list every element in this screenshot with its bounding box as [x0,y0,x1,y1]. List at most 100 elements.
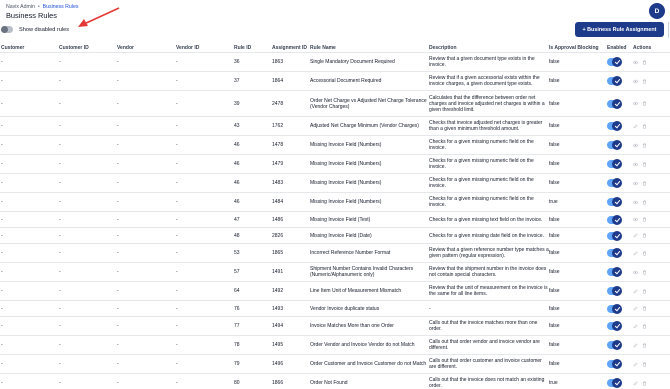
row-approval-blocking: false [549,305,560,312]
column-header-enabled[interactable]: Enabled [607,45,626,51]
trash-icon[interactable] [642,200,647,205]
trash-icon[interactable] [642,381,647,386]
column-header-approval-blocking[interactable]: Is Approval Blocking [549,45,599,51]
enabled-toggle[interactable] [607,321,622,331]
enabled-toggle[interactable] [607,178,622,188]
pencil-icon[interactable] [633,288,638,294]
row-vendor: - [117,199,119,205]
row-rule-id: 77 [234,323,240,329]
trash-icon[interactable] [642,362,647,367]
eye-icon[interactable] [633,200,638,205]
trash-icon[interactable] [642,217,647,222]
trash-icon[interactable] [642,343,647,348]
row-customer: - [1,199,3,205]
eye-icon[interactable] [633,60,638,65]
eye-icon[interactable] [633,143,638,148]
breadcrumb-root[interactable]: Navix Admin [6,4,35,10]
check-icon [614,141,621,148]
check-icon [614,287,621,294]
add-business-rule-assignment-button[interactable]: + Business Rule Assignment [575,22,664,37]
trash-icon[interactable] [642,233,647,238]
enabled-toggle[interactable] [607,98,622,109]
row-vendor-id: - [176,216,178,223]
enabled-toggle[interactable] [607,214,622,225]
row-description: Review that the unit of measurement on t… [429,285,548,297]
pencil-icon[interactable] [633,306,638,311]
check-icon [614,216,621,222]
eye-icon[interactable] [633,270,638,275]
trash-icon[interactable] [642,324,647,329]
column-header-description[interactable]: Description [429,45,457,51]
column-header-vendor[interactable]: Vendor [117,45,134,51]
eye-icon[interactable] [633,181,638,186]
enabled-toggle[interactable] [607,267,622,277]
enabled-toggle[interactable] [607,140,622,150]
enabled-toggle[interactable] [607,159,622,169]
row-vendor: - [117,123,119,129]
column-header-customer[interactable]: Customer [1,45,24,51]
column-header-assignment-id[interactable]: Assignment ID [272,45,307,51]
trash-icon[interactable] [642,289,647,294]
row-description: Checks for a given missing numeric field… [429,139,534,151]
trash-icon[interactable] [642,306,647,311]
enabled-toggle[interactable] [607,340,622,350]
row-customer: - [1,180,3,186]
row-vendor: - [117,78,119,84]
trash-icon[interactable] [642,251,647,256]
row-customer: - [1,100,3,107]
show-disabled-switch[interactable] [1,26,13,33]
pencil-icon[interactable] [633,342,638,348]
show-disabled-toggle-row: Show disabled rules [1,26,69,33]
pencil-icon[interactable] [633,323,638,329]
trash-icon[interactable] [642,143,647,148]
pencil-icon[interactable] [633,380,638,386]
trash-icon[interactable] [642,181,647,186]
row-rule-name: Shipment Number Contains Invalid Charact… [310,266,414,278]
row-vendor-id: - [176,380,178,386]
eye-icon[interactable] [633,217,638,222]
row-customer: - [1,269,3,275]
table-row: - - - - 46 1483 Missing Invoice Field (Numbers… [0,174,670,193]
column-header-vendor-id[interactable]: Vendor ID [176,45,199,51]
eye-icon[interactable] [633,162,638,167]
eye-icon[interactable] [633,79,638,84]
column-header-rule-name[interactable]: Rule Name [310,45,336,51]
enabled-toggle[interactable] [607,230,622,241]
eye-icon[interactable] [633,101,638,106]
row-rule-id: 37 [234,78,240,84]
user-avatar[interactable]: D [649,3,665,19]
enabled-toggle[interactable] [607,286,622,296]
enabled-toggle[interactable] [607,248,622,258]
table-row: - - - - 80 1866 Order Not Found Calls out that … [0,374,670,389]
column-header-rule-id[interactable]: Rule ID [234,45,251,51]
enabled-toggle[interactable] [607,76,622,86]
column-header-customer-id[interactable]: Customer ID [59,45,89,51]
trash-icon[interactable] [642,162,647,167]
pencil-icon[interactable] [633,233,638,238]
row-vendor: - [117,380,119,386]
enabled-toggle[interactable] [607,303,622,314]
enabled-toggle[interactable] [607,378,622,388]
enabled-toggle[interactable] [607,359,622,369]
row-approval-blocking: false [549,78,560,84]
enabled-toggle[interactable] [607,57,622,67]
enabled-toggle[interactable] [607,197,622,207]
row-rule-name: Missing Invoice Field (Numbers) [310,199,382,205]
row-rule-name: Missing Invoice Field (Numbers) [310,180,382,186]
row-actions [633,72,667,90]
trash-icon[interactable] [642,124,647,129]
pencil-icon[interactable] [633,123,638,129]
row-vendor: - [117,288,119,294]
row-approval-blocking: false [549,288,560,294]
trash-icon[interactable] [642,101,647,106]
trash-icon[interactable] [642,270,647,275]
row-rule-name: Line Item Unit of Measurement Mismatch [310,288,402,294]
pencil-icon[interactable] [633,361,638,367]
trash-icon[interactable] [642,79,647,84]
pencil-icon[interactable] [633,250,638,256]
enabled-toggle[interactable] [607,121,622,131]
breadcrumb-separator: • [37,4,40,10]
row-rule-id: 76 [234,305,240,312]
row-approval-blocking: false [549,180,560,186]
trash-icon[interactable] [642,60,647,65]
